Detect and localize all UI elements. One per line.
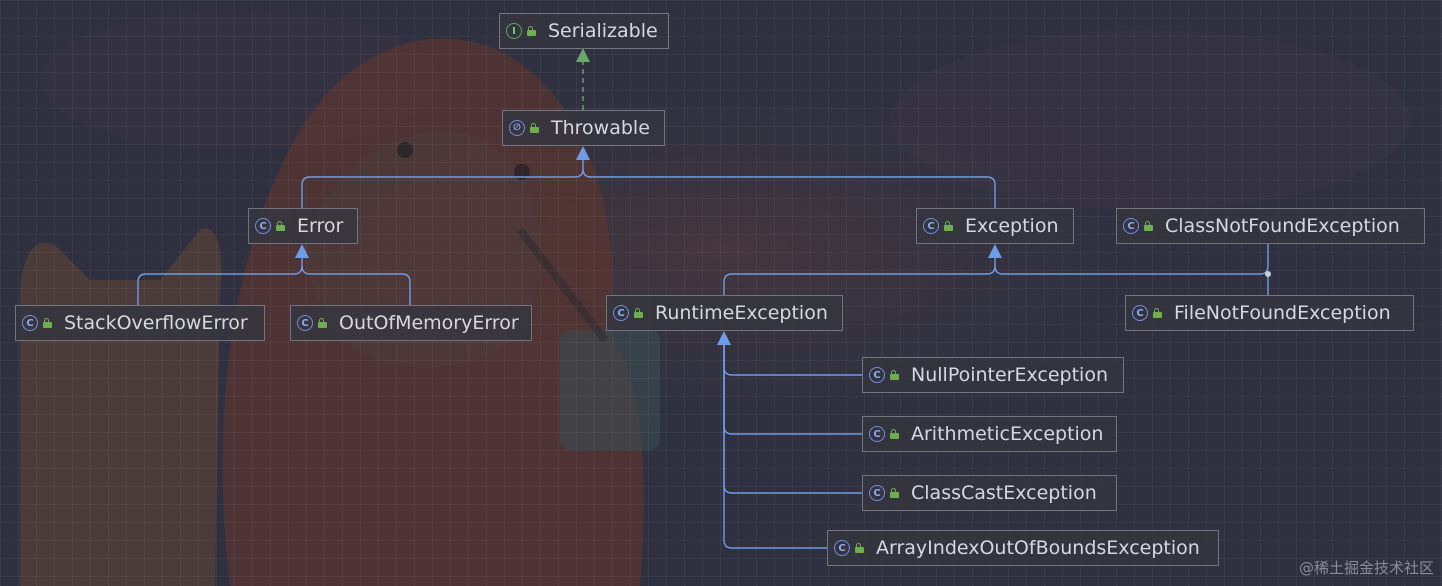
edge-stackoverflow-error (137, 258, 303, 305)
class-node-label: ClassNotFoundException (1165, 215, 1400, 237)
edge-exception-throwable (582, 168, 996, 208)
class-node-label: StackOverflowError (64, 312, 248, 334)
public-lock-icon (890, 370, 899, 380)
public-lock-icon (318, 318, 327, 328)
class-node-classcast[interactable]: C ClassCastException (862, 475, 1117, 511)
edge-nullpointer-runtime (723, 345, 862, 376)
public-lock-icon (890, 488, 899, 498)
public-lock-icon (634, 308, 643, 318)
inheritance-edges (137, 48, 1271, 549)
class-node-throwable[interactable]: ∅ Throwable (502, 110, 665, 146)
class-node-label: Exception (965, 215, 1059, 237)
edge-runtime-exception (723, 258, 996, 295)
extends-arrow-head (295, 244, 309, 258)
class-node-label: NullPointerException (911, 364, 1108, 386)
class-node-serializable[interactable]: I Serializable (499, 13, 669, 49)
class-node-outofmemory[interactable]: C OutOfMemoryError (290, 305, 532, 341)
public-lock-icon (855, 543, 864, 553)
interface-icon: I (506, 23, 522, 39)
edge-outofmemory-error (301, 265, 411, 305)
class-icon: C (1123, 218, 1139, 234)
class-icon: C (869, 485, 885, 501)
class-node-arithmetic[interactable]: C ArithmeticException (862, 416, 1117, 452)
class-node-label: ArithmeticException (911, 423, 1104, 445)
class-node-runtime[interactable]: C RuntimeException (606, 295, 843, 331)
class-icon: C (923, 218, 939, 234)
extends-arrow-head (717, 331, 731, 345)
class-node-label: FileNotFoundException (1174, 302, 1391, 324)
class-icon: C (22, 315, 38, 331)
class-node-arrayindex[interactable]: C ArrayIndexOutOfBoundsException (827, 530, 1219, 566)
class-node-error[interactable]: C Error (248, 208, 358, 244)
class-icon: C (255, 218, 271, 234)
class-node-label: OutOfMemoryError (339, 312, 519, 334)
class-node-label: RuntimeException (655, 302, 828, 324)
public-lock-icon (276, 221, 285, 231)
class-node-exception[interactable]: C Exception (916, 208, 1074, 244)
class-icon: C (869, 426, 885, 442)
extends-arrow-head (576, 146, 590, 160)
implements-arrow-head (576, 48, 590, 62)
public-lock-icon (1144, 221, 1153, 231)
edge-arithmetic-runtime (723, 345, 862, 435)
class-node-label: ArrayIndexOutOfBoundsException (876, 537, 1200, 559)
public-lock-icon (890, 429, 899, 439)
class-icon: C (834, 540, 850, 556)
edge-classnotfound-exception (994, 244, 1269, 275)
diagram-canvas[interactable]: I Serializable ∅ Throwable C Error C Exception C… (0, 0, 1442, 586)
class-node-label: Throwable (551, 117, 650, 139)
extends-arrow-head (988, 244, 1002, 258)
edge-junction-dot (1265, 271, 1271, 277)
class-node-label: Serializable (548, 20, 658, 42)
class-node-stackoverflow[interactable]: C StackOverflowError (15, 305, 265, 341)
public-lock-icon (43, 318, 52, 328)
class-node-label: Error (297, 215, 344, 237)
public-lock-icon (527, 26, 536, 36)
abstract-class-icon: ∅ (509, 120, 525, 136)
class-node-classnotfound[interactable]: C ClassNotFoundException (1116, 208, 1425, 244)
edge-classcast-runtime (723, 345, 862, 494)
class-node-filenotfound[interactable]: C FileNotFoundException (1125, 295, 1414, 331)
class-icon: C (869, 367, 885, 383)
class-node-nullpointer[interactable]: C NullPointerException (862, 357, 1124, 393)
class-icon: C (1132, 305, 1148, 321)
class-node-label: ClassCastException (911, 482, 1097, 504)
public-lock-icon (1153, 308, 1162, 318)
edge-error-throwable (301, 160, 584, 208)
class-icon: C (297, 315, 313, 331)
class-icon: C (613, 305, 629, 321)
public-lock-icon (530, 123, 539, 133)
watermark: @稀土掘金技术社区 (1298, 559, 1434, 577)
public-lock-icon (944, 221, 953, 231)
